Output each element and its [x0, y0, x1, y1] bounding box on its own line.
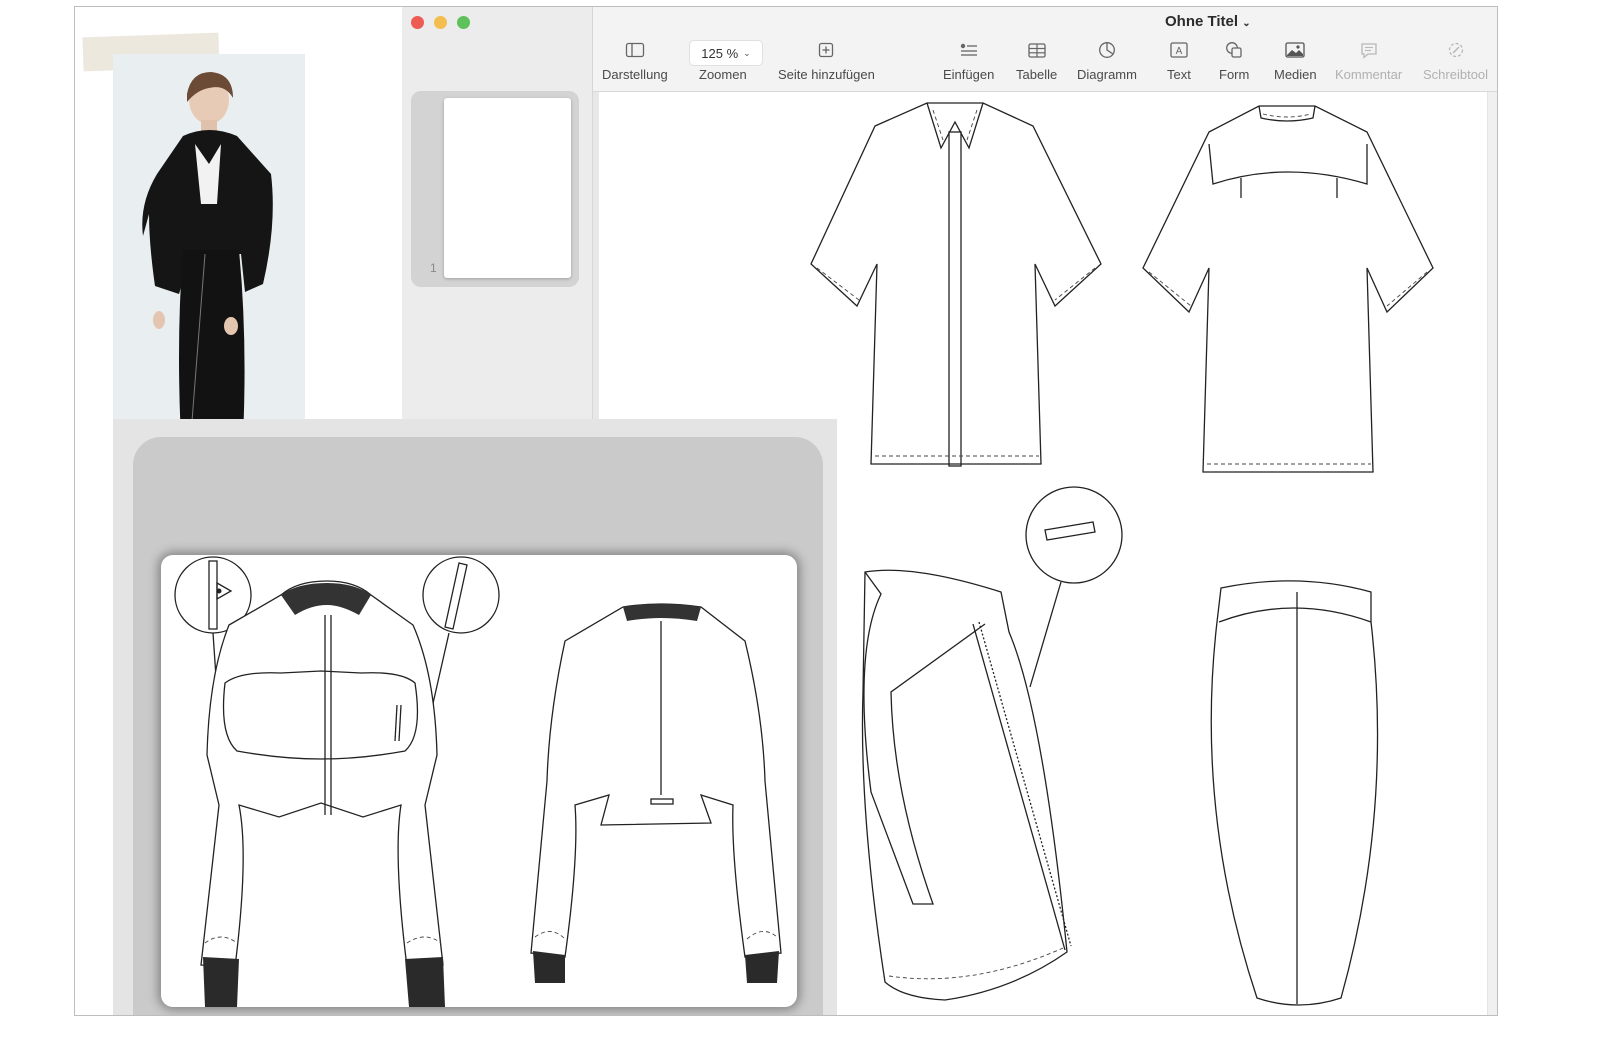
writing-tools-label: Schreibtool: [1423, 67, 1489, 82]
scrollbar[interactable]: [1487, 92, 1497, 1015]
jacket-back-sketch: [530, 603, 782, 983]
jacket-flats-card: [161, 555, 797, 1007]
sidebar-icon: [625, 39, 645, 61]
chevron-down-icon: ⌄: [1242, 18, 1251, 29]
media-label: Medien: [1274, 67, 1317, 82]
insert-button[interactable]: Einfügen: [943, 39, 994, 82]
table-button[interactable]: Tabelle: [1016, 39, 1057, 82]
document-title[interactable]: Ohne Titel ⌄: [1165, 13, 1251, 30]
comment-button[interactable]: Kommentar: [1335, 39, 1402, 82]
skirt-back-sketch: [1210, 580, 1379, 1006]
writing-tools-icon: [1447, 39, 1465, 61]
textbox-icon: A: [1170, 39, 1188, 61]
chart-label: Diagramm: [1077, 67, 1137, 82]
table-label: Tabelle: [1016, 67, 1058, 82]
shape-button[interactable]: Form: [1219, 39, 1249, 82]
bomber-jacket-sketches: [174, 556, 782, 1007]
zoom-button[interactable]: Zoomen: [699, 39, 747, 82]
skirt-front-sketch: [861, 569, 1072, 1001]
table-icon: [1027, 39, 1046, 61]
page-number: 1: [430, 261, 437, 275]
shape-icon: [1225, 39, 1243, 61]
comment-label: Kommentar: [1335, 67, 1403, 82]
media-button[interactable]: Medien: [1274, 39, 1317, 82]
plus-square-icon: [818, 39, 834, 61]
toolbar: Ohne Titel ⌄ Darstellung 125 % ⌄ Zoomen …: [593, 7, 1497, 92]
shirt-back-sketch: [1142, 105, 1434, 473]
zoom-label: Zoomen: [699, 67, 747, 82]
close-window-button[interactable]: [411, 16, 424, 29]
zoom-window-button[interactable]: [457, 16, 470, 29]
jacket-front-sketch: [200, 580, 445, 1007]
pie-chart-icon: [1098, 39, 1116, 61]
page-thumbnails-sidebar: 1: [402, 7, 593, 419]
comment-icon: [1360, 39, 1378, 61]
collage-frame: 1 Ohne Titel ⌄ Darstellung 125 % ⌄ Zoome…: [74, 6, 1498, 1016]
view-button[interactable]: Darstellung: [602, 39, 668, 82]
page-thumbnail[interactable]: [444, 98, 571, 278]
shape-label: Form: [1219, 67, 1250, 82]
svg-text:A: A: [1176, 46, 1183, 57]
canvas-divider: [593, 92, 599, 419]
detail-callout: [1025, 486, 1123, 688]
text-label: Text: [1167, 67, 1191, 82]
view-label: Darstellung: [602, 67, 668, 82]
chart-button[interactable]: Diagramm: [1077, 39, 1137, 82]
add-page-label: Seite hinzufügen: [778, 67, 875, 82]
writing-tools-button[interactable]: Schreibtool: [1423, 39, 1488, 82]
minimize-window-button[interactable]: [434, 16, 447, 29]
insert-label: Einfügen: [943, 67, 995, 82]
add-page-button[interactable]: Seite hinzufügen: [778, 39, 875, 82]
document-title-text: Ohne Titel: [1165, 13, 1239, 30]
page-thumbnail-selected[interactable]: 1: [411, 91, 579, 287]
list-insert-icon: [960, 39, 978, 61]
image-icon: [1285, 39, 1305, 61]
text-button[interactable]: A Text: [1167, 39, 1191, 82]
shirt-front-sketch: [810, 102, 1102, 467]
